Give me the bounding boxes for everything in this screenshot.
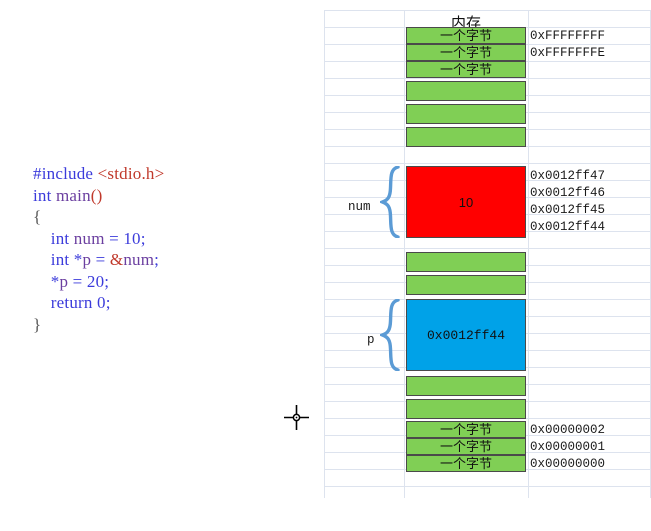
code-token: p	[59, 271, 69, 291]
code-token: int	[33, 185, 56, 205]
code-token: 0	[97, 293, 106, 312]
byte-blank-4	[406, 252, 526, 272]
code-token: =	[104, 228, 124, 248]
byte-bottom-3: 一个字节	[406, 455, 526, 472]
code-line: }	[33, 314, 164, 336]
brace-num-glyph	[377, 165, 402, 239]
grid-row-line	[324, 10, 651, 11]
grid-row-line	[324, 78, 651, 79]
address-fffffffe: 0xFFFFFFFE	[530, 46, 606, 60]
code-token: =	[91, 250, 110, 269]
code-token: return	[33, 293, 98, 312]
address-00000000: 0x00000000	[530, 457, 606, 471]
code-token: num	[73, 228, 105, 248]
grid-column-line	[528, 10, 529, 498]
code-token: <stdio.h>	[97, 164, 165, 183]
code-token: ()	[90, 185, 103, 205]
byte-blank-1	[406, 81, 526, 101]
address-0012ff46: 0x0012ff46	[530, 186, 606, 200]
byte-blank-2	[406, 104, 526, 124]
grid-row-line	[324, 248, 651, 249]
code-token: *	[33, 271, 60, 291]
code-token: 10	[123, 228, 141, 248]
address-0012ff45: 0x0012ff45	[530, 203, 606, 217]
byte-blank-6	[406, 376, 526, 396]
code-token: {	[33, 207, 42, 226]
code-line: int num = 10;	[33, 228, 164, 250]
code-token: *	[73, 250, 83, 269]
byte-top-2: 一个字节	[406, 44, 526, 61]
grid-column-line	[404, 10, 405, 498]
code-token: int	[33, 228, 74, 248]
code-token: =	[68, 271, 87, 291]
source-code-block: #include <stdio.h> int main(){ int num = …	[33, 163, 164, 335]
grid-row-line	[324, 486, 651, 487]
grid-row-line	[324, 163, 651, 164]
code-line: *p = 20;	[33, 271, 164, 293]
code-line: return 0;	[33, 292, 164, 314]
code-token: }	[33, 314, 42, 334]
address-0012ff44: 0x0012ff44	[530, 220, 606, 234]
byte-bottom-1: 一个字节	[406, 421, 526, 438]
code-token: ;	[104, 271, 110, 291]
pointer-value-block: 0x0012ff44	[406, 299, 526, 371]
brace-p-glyph	[377, 298, 402, 372]
code-line: int main()	[33, 185, 164, 207]
address-ffffffff: 0xFFFFFFFF	[530, 29, 606, 43]
code-token: int	[33, 250, 74, 269]
byte-top-3: 一个字节	[406, 61, 526, 78]
code-token: ;	[140, 228, 146, 248]
address-00000001: 0x00000001	[530, 440, 606, 454]
num-value-block: 10	[406, 166, 526, 238]
byte-blank-5	[406, 275, 526, 295]
code-token: &	[109, 250, 124, 269]
grid-column-line	[324, 10, 325, 498]
code-token: ;	[105, 293, 111, 312]
code-token: main	[56, 185, 91, 205]
code-line: #include <stdio.h>	[33, 163, 164, 185]
byte-blank-7	[406, 399, 526, 419]
code-token: 20	[86, 271, 105, 291]
address-0012ff47: 0x0012ff47	[530, 169, 606, 183]
byte-top-1: 一个字节	[406, 27, 526, 44]
code-token: p	[82, 250, 92, 269]
code-token: num	[123, 250, 155, 269]
crosshair-cursor	[284, 405, 309, 430]
byte-blank-3	[406, 127, 526, 147]
code-token: #include	[33, 164, 98, 183]
byte-bottom-2: 一个字节	[406, 438, 526, 455]
code-token: ;	[154, 250, 160, 269]
address-00000002: 0x00000002	[530, 423, 606, 437]
brace-p-label: p	[367, 333, 375, 347]
code-line: int *p = &num;	[33, 249, 164, 271]
brace-num-label: num	[348, 200, 371, 214]
code-line: {	[33, 206, 164, 228]
memory-diagram-sheet: 内存 一个字节 一个字节 一个字节 10 0x0012ff44 一个字节 一个字节 一个字节 …	[324, 0, 651, 531]
